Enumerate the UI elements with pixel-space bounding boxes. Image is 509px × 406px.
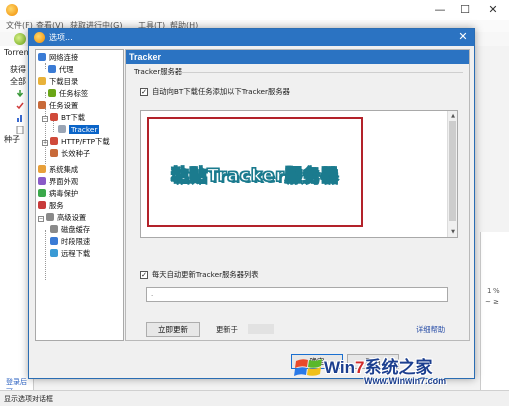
collapse-icon[interactable]: − xyxy=(38,216,44,222)
watermark-title-a: Win xyxy=(324,358,356,377)
status-bar: 显示选项对话框 xyxy=(0,390,509,406)
tag-icon xyxy=(48,89,56,97)
advanced-icon xyxy=(46,213,54,221)
service-icon xyxy=(38,201,46,209)
group-label: Tracker服务器 xyxy=(134,67,183,76)
tree-appearance[interactable]: 界面外观 xyxy=(38,176,78,187)
tree-virus[interactable]: 病毒保护 xyxy=(38,188,78,199)
scroll-up-icon[interactable]: ▲ xyxy=(449,112,457,120)
folder-icon xyxy=(38,77,46,85)
task-settings-icon xyxy=(38,101,46,109)
watermark-title-c: 系统之家 xyxy=(364,358,433,377)
left-item-seeds[interactable]: 种子 xyxy=(4,134,20,145)
tree-service[interactable]: 服务 xyxy=(38,200,64,211)
check-icon xyxy=(16,102,24,110)
strip-text-3: ~ ≥ xyxy=(485,298,499,306)
shield-icon xyxy=(38,189,46,197)
seed-icon xyxy=(50,149,58,157)
tree-remote[interactable]: 远程下载 xyxy=(50,248,90,259)
chart-icon xyxy=(17,115,22,122)
http-icon xyxy=(50,137,58,145)
win7-logo-icon xyxy=(294,359,322,376)
system-icon xyxy=(38,165,46,173)
tree-task-settings[interactable]: 任务设置 xyxy=(38,100,78,111)
paste-tracker-caption: 粘贴Tracker服务器 xyxy=(171,165,339,186)
tree-task-tags[interactable]: 任务标签 xyxy=(48,88,88,99)
settings-tree: 网络连接 代理 下载目录 任务标签 任务设置 − BT下载 Tracker + HT… xyxy=(35,49,124,341)
textarea-scrollbar[interactable]: ▲ ▼ xyxy=(447,111,457,237)
panel-header: Tracker xyxy=(126,50,469,64)
auto-update-label: 每天自动更新Tracker服务器列表 xyxy=(152,270,259,279)
updated-at-value xyxy=(248,324,274,334)
clock-icon xyxy=(50,237,58,245)
bt-icon xyxy=(50,113,58,121)
left-item-all[interactable]: 全部 xyxy=(10,76,26,87)
maximize-button[interactable]: ☐ xyxy=(452,2,478,18)
tracker-url-input[interactable]: . xyxy=(146,287,448,302)
tree-speed-limit[interactable]: 时段限速 xyxy=(50,236,90,247)
updated-at-label: 更新于 xyxy=(216,325,238,334)
tree-http-ftp[interactable]: + HTTP/FTP下载 xyxy=(42,136,110,147)
dialog-logo-icon xyxy=(34,32,45,43)
tree-download-dir[interactable]: 下载目录 xyxy=(38,76,78,87)
appearance-icon xyxy=(38,177,46,185)
collapse-icon[interactable]: − xyxy=(42,116,48,122)
left-item-get[interactable]: 获得 xyxy=(10,64,26,75)
expand-icon[interactable]: + xyxy=(42,140,48,146)
watermark-url: Www.Winwin7.com xyxy=(364,376,447,386)
strip-text-2: % xyxy=(493,287,500,295)
scroll-down-icon[interactable]: ▼ xyxy=(449,228,457,236)
update-now-button[interactable]: 立即更新 xyxy=(146,322,200,337)
remote-icon xyxy=(50,249,58,257)
download-arrow-icon xyxy=(16,90,24,98)
scroll-thumb[interactable] xyxy=(449,121,456,221)
tree-bt-download[interactable]: − BT下载 xyxy=(42,112,85,123)
watermark-title: Win7系统之家 xyxy=(324,353,432,378)
tracker-icon xyxy=(58,125,66,133)
add-task-icon[interactable] xyxy=(14,33,26,45)
highlight-frame: 粘贴Tracker服务器 xyxy=(147,117,363,227)
network-icon xyxy=(38,53,46,61)
detail-help-link[interactable]: 详细帮助 xyxy=(416,325,445,335)
right-strip: 1 % ~ ≥ xyxy=(480,232,509,390)
auto-update-checkbox[interactable]: ✓ xyxy=(140,271,148,279)
app-logo-icon xyxy=(6,4,18,16)
tree-advanced[interactable]: − 高级设置 xyxy=(38,212,86,223)
tracker-panel: Tracker Tracker服务器 ✓ 自动向BT下载任务添加以下Tracke… xyxy=(125,49,470,341)
doc-icon xyxy=(16,126,24,134)
dialog-close-button[interactable]: ✕ xyxy=(456,30,470,43)
auto-add-label: 自动向BT下载任务添加以下Tracker服务器 xyxy=(152,87,290,96)
close-button[interactable]: ✕ xyxy=(480,2,506,18)
proxy-icon xyxy=(48,65,56,73)
strip-text-1: 1 xyxy=(487,287,492,295)
tree-network[interactable]: 网络连接 xyxy=(38,52,78,63)
disk-icon xyxy=(50,225,58,233)
tracker-list-textarea[interactable]: 粘贴Tracker服务器 ▲ ▼ xyxy=(140,110,458,238)
status-text: 显示选项对话框 xyxy=(4,395,53,403)
auto-add-checkbox[interactable]: ✓ xyxy=(140,88,148,96)
tree-proxy[interactable]: 代理 xyxy=(48,64,74,75)
options-dialog: 选项... ✕ 网络连接 代理 下载目录 任务标签 任务设置 − BT下载 Tra… xyxy=(28,28,475,379)
dialog-title: 选项... xyxy=(49,33,73,42)
left-panel-title: Torren xyxy=(4,48,29,57)
minimize-button[interactable]: — xyxy=(427,2,453,18)
dialog-titlebar: 选项... ✕ xyxy=(29,29,474,46)
tree-system[interactable]: 系统集成 xyxy=(38,164,78,175)
tree-long-seed[interactable]: 长效种子 xyxy=(50,148,90,159)
tree-tracker[interactable]: Tracker xyxy=(58,124,100,135)
main-titlebar: — ☐ ✕ xyxy=(0,0,509,20)
tree-disk-cache[interactable]: 磁盘缓存 xyxy=(50,224,90,235)
